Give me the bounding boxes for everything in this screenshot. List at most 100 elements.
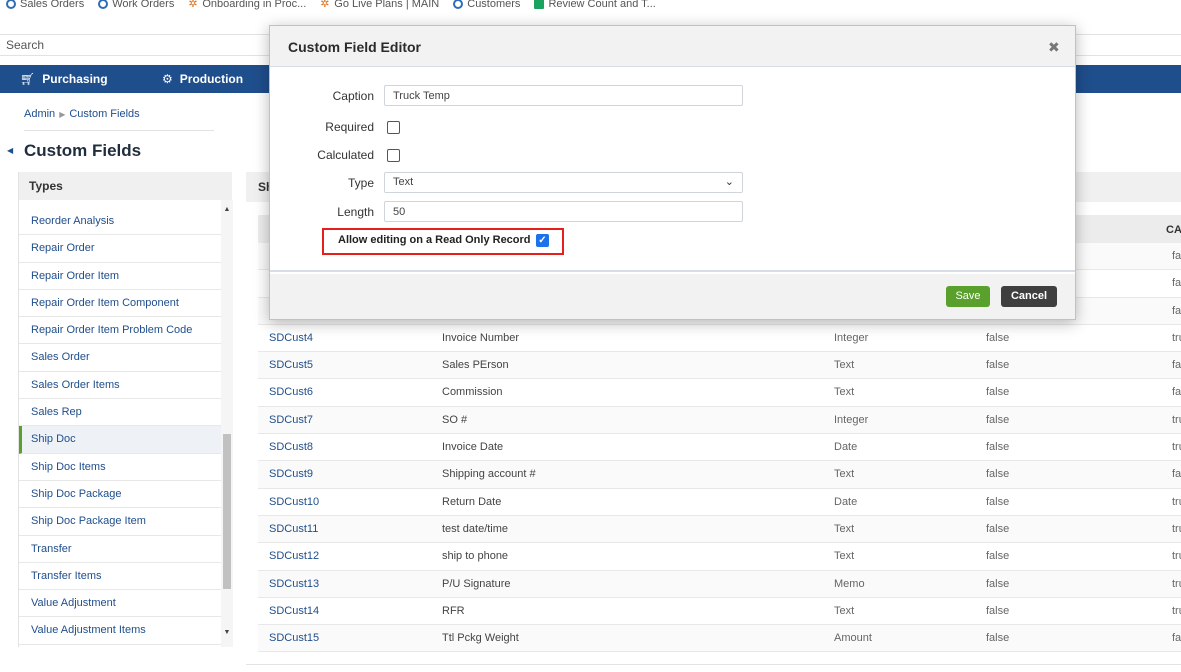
type-item[interactable]: Repair Order Item Component (19, 289, 221, 318)
type-item[interactable]: Repair Order Item (19, 262, 221, 290)
table-row[interactable]: SDCust15 Ttl Pckg Weight Amount false fals (258, 625, 1181, 653)
breadcrumb-current[interactable]: Custom Fields (69, 108, 139, 120)
close-icon[interactable]: ✖ (1048, 39, 1060, 56)
table-row[interactable]: SDCust4 Invoice Number Integer false tru (258, 325, 1181, 353)
cell-required: false (986, 331, 1010, 344)
type-item[interactable]: Repair Order (19, 235, 221, 263)
cell-caption: RFR (442, 604, 465, 617)
type-item[interactable]: Transfer Items (19, 562, 221, 591)
cell-caption: P/U Signature (442, 577, 511, 590)
divider (246, 664, 1181, 665)
table-row[interactable]: SDCust9 Shipping account # Text false fals (258, 461, 1181, 489)
types-panel: Types Reorder Analysis Repair Order Repa… (18, 172, 233, 647)
cell-calculated: tru (1172, 331, 1181, 344)
type-item[interactable]: Sales Order Items (19, 371, 221, 400)
cell-calculated: fals (1172, 277, 1181, 290)
table-row[interactable]: SDCust11 test date/time Text false tru (258, 515, 1181, 544)
cell-required: false (986, 522, 1010, 535)
bookmark-work-orders[interactable]: Work Orders (98, 0, 174, 10)
chevron-right-icon: ▶ (59, 109, 66, 119)
cell-field[interactable]: SDCust11 (269, 516, 318, 543)
cell-caption: test date/time (442, 522, 509, 535)
cell-type: Text (834, 522, 855, 535)
type-label: Type (347, 176, 374, 190)
type-item[interactable]: Transfer (19, 535, 221, 563)
cell-type: Text (834, 386, 855, 399)
cell-field[interactable]: SDCust8 (269, 434, 313, 461)
scroll-up-icon[interactable]: ▲ (221, 204, 233, 216)
types-scrollbar[interactable]: ▲ ▼ (221, 200, 233, 647)
type-select[interactable]: Text ⌄ (384, 172, 743, 193)
cell-field[interactable]: SDCust15 (269, 625, 319, 652)
table-row[interactable]: SDCust8 Invoice Date Date false tru (258, 434, 1181, 462)
cell-required: false (986, 632, 1010, 645)
cell-field[interactable]: SDCust10 (269, 489, 319, 516)
table-row[interactable]: SDCust6 Commission Text false fals (258, 379, 1181, 407)
type-item[interactable]: Value Adjustment Items (19, 617, 221, 645)
cell-type: Text (834, 468, 855, 481)
table-row[interactable]: SDCust7 SO # Integer false tru (258, 406, 1181, 435)
cell-type: Date (834, 441, 858, 454)
types-list: Reorder Analysis Repair Order Repair Ord… (19, 208, 221, 645)
cancel-button[interactable]: Cancel (1001, 286, 1057, 307)
cell-field[interactable]: SDCust7 (269, 407, 313, 434)
table-row[interactable]: SDCust13 P/U Signature Memo false tru (258, 570, 1181, 598)
cell-required: false (986, 495, 1010, 508)
search-input[interactable] (0, 35, 270, 55)
custom-field-editor-modal: Custom Field Editor ✖ Caption Required C… (269, 25, 1076, 320)
scroll-down-icon[interactable]: ▼ (221, 627, 233, 639)
nav-purchasing[interactable]: 🛒︎ Purchasing (20, 65, 108, 93)
cell-calculated: fals (1172, 359, 1181, 372)
breadcrumb-admin[interactable]: Admin (24, 108, 55, 120)
bookmark-onboarding[interactable]: ✲ Onboarding in Proc... (188, 0, 306, 10)
chevron-down-icon: ⌄ (724, 176, 734, 188)
type-item[interactable]: Sales Order (19, 344, 221, 372)
asana-icon: ✲ (320, 0, 330, 10)
cell-calculated: fals (1172, 468, 1181, 481)
modal-header: Custom Field Editor ✖ (270, 26, 1075, 67)
nav-production[interactable]: ⚙ Production (162, 65, 243, 93)
type-item-active[interactable]: Ship Doc (19, 426, 221, 454)
readonly-edit-checkbox[interactable]: ✓ (536, 234, 549, 247)
cell-field[interactable]: SDCust6 (269, 379, 313, 406)
cell-field[interactable]: SDCust9 (269, 461, 313, 488)
cell-field[interactable]: SDCust14 (269, 598, 319, 625)
type-item[interactable]: Reorder Analysis (19, 208, 221, 236)
length-input[interactable] (384, 201, 743, 222)
type-item[interactable]: Ship Doc Package Item (19, 508, 221, 536)
type-item[interactable]: Ship Doc Items (19, 453, 221, 481)
bookmark-sales-orders[interactable]: Sales Orders (6, 0, 84, 10)
calculated-label: Calculated (317, 148, 374, 162)
cell-field[interactable]: SDCust4 (269, 325, 313, 352)
cell-type: Amount (834, 632, 872, 645)
bookmark-go-live-plans[interactable]: ✲ Go Live Plans | MAIN (320, 0, 439, 10)
caption-label: Caption (332, 89, 374, 103)
column-header-calculated[interactable]: CAL (1166, 224, 1181, 236)
table-row[interactable]: SDCust5 Sales PErson Text false fals (258, 352, 1181, 380)
table-row[interactable]: SDCust10 Return Date Date false tru (258, 489, 1181, 516)
type-item[interactable]: Value Adjustment (19, 590, 221, 618)
type-item[interactable]: Sales Rep (19, 399, 221, 427)
cell-calculated: tru (1172, 522, 1181, 535)
caret-left-icon[interactable]: ◀ (7, 146, 13, 155)
calculated-checkbox[interactable] (387, 149, 400, 162)
type-item[interactable]: Ship Doc Package (19, 480, 221, 509)
cell-field[interactable]: SDCust13 (269, 571, 319, 598)
cell-type: Integer (834, 413, 869, 426)
required-checkbox[interactable] (387, 121, 400, 134)
cell-required: false (986, 386, 1010, 399)
type-item[interactable]: Repair Order Item Problem Code (19, 317, 221, 345)
table-row[interactable]: SDCust12 ship to phone Text false tru (258, 543, 1181, 571)
table-row[interactable]: SDCust14 RFR Text false tru (258, 598, 1181, 626)
cell-caption: Shipping account # (442, 468, 536, 481)
scroll-thumb[interactable] (223, 434, 231, 589)
cell-caption: SO # (442, 413, 468, 426)
save-button[interactable]: Save (946, 286, 990, 307)
caption-input[interactable] (384, 85, 743, 106)
cell-field[interactable]: SDCust12 (269, 543, 319, 570)
bookmark-customers[interactable]: Customers (453, 0, 520, 10)
cell-required: false (986, 359, 1010, 372)
cell-calculated: tru (1172, 550, 1181, 563)
cell-field[interactable]: SDCust5 (269, 352, 313, 379)
bookmark-review-count[interactable]: Review Count and T... (534, 0, 656, 10)
